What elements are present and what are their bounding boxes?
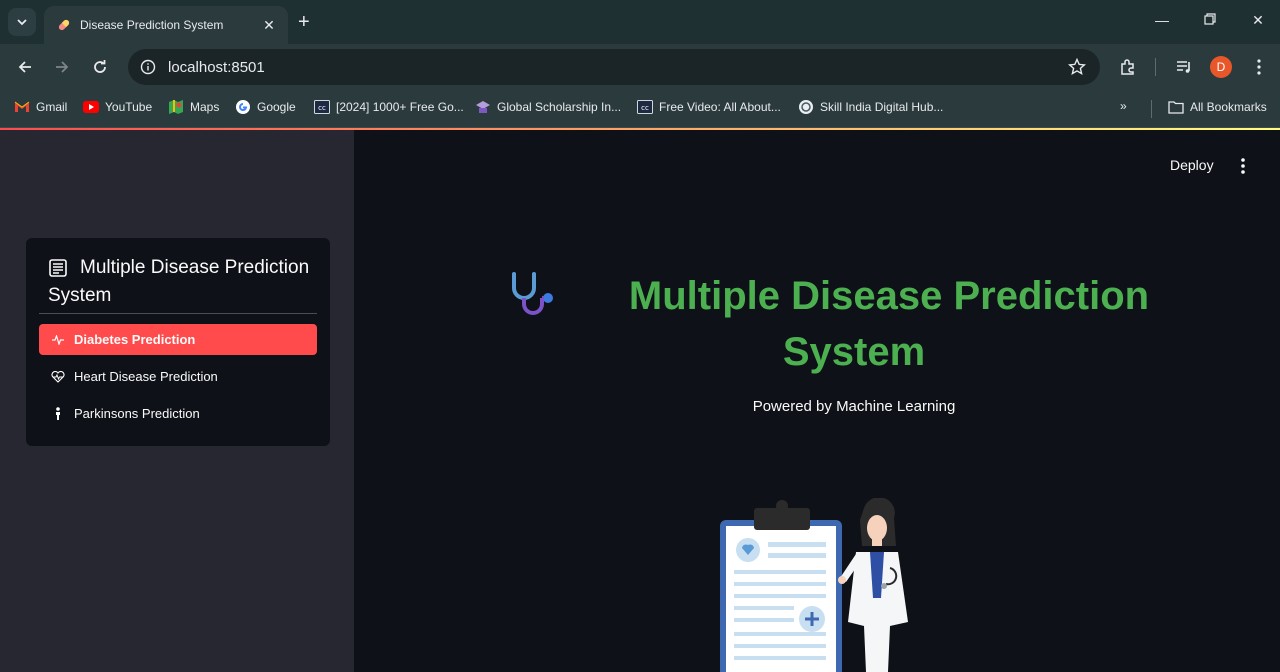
deploy-button[interactable]: Deploy (1170, 157, 1214, 173)
restore-icon[interactable] (1200, 12, 1220, 28)
url-text: localhost:8501 (168, 58, 265, 76)
bookmark-label: Gmail (36, 100, 68, 114)
bookmark-label: Skill India Digital Hub... (820, 100, 944, 114)
cc-icon: cc (637, 99, 653, 115)
page-title: Multiple Disease Prediction System (504, 268, 1204, 380)
stethoscope-icon (512, 272, 553, 315)
svg-text:cc: cc (641, 104, 649, 112)
profile-avatar[interactable]: D (1210, 56, 1232, 78)
main-content: Deploy Multiple Disease Prediction Syste… (354, 130, 1280, 672)
doctor-clipboard-illustration (720, 498, 908, 672)
tab-search-button[interactable] (8, 8, 36, 36)
person-icon (51, 407, 65, 420)
bookmark-label: [2024] 1000+ Free Go... (336, 100, 464, 114)
maps-icon (168, 99, 184, 115)
youtube-icon (83, 99, 99, 115)
menu-item-label: Heart Disease Prediction (74, 369, 218, 384)
bookmark-youtube[interactable]: YouTube (83, 99, 152, 115)
browser-tab[interactable]: Disease Prediction System ✕ (44, 6, 288, 44)
sidebar: Multiple Disease Prediction System Diabe… (0, 130, 354, 672)
clipboard-list-icon (49, 259, 67, 277)
menu-item-parkinsons-prediction[interactable]: Parkinsons Prediction (39, 398, 317, 429)
reload-icon[interactable] (90, 57, 110, 77)
skill-india-icon (798, 99, 814, 115)
heart-pulse-icon (51, 370, 65, 383)
option-menu: Multiple Disease Prediction System Diabe… (26, 238, 330, 446)
bookmark-maps[interactable]: Maps (168, 99, 219, 115)
bookmark-free-video[interactable]: cc Free Video: All About... (637, 99, 781, 115)
minimize-icon[interactable]: — (1152, 12, 1172, 28)
bookmark-label: Maps (190, 100, 220, 114)
bookmark-global-scholarship[interactable]: Global Scholarship In... (475, 99, 621, 115)
cc-icon: cc (314, 99, 330, 115)
menu-divider (39, 313, 317, 314)
media-control-icon[interactable] (1173, 56, 1195, 78)
menu-item-label: Parkinsons Prediction (74, 406, 200, 421)
browser-toolbar: localhost:8501 D (0, 44, 1280, 90)
bookmark-label: YouTube (105, 100, 153, 114)
menu-item-label: Diabetes Prediction (74, 332, 196, 347)
activity-icon (51, 334, 65, 345)
back-icon[interactable] (15, 57, 35, 77)
bookmark-star-icon[interactable] (1068, 58, 1086, 76)
chevron-down-icon (17, 19, 27, 26)
gmail-icon (14, 99, 30, 115)
bookmark-skill-india[interactable]: Skill India Digital Hub... (798, 99, 943, 115)
menu-title: Multiple Disease Prediction System (48, 254, 318, 310)
browser-menu-icon[interactable] (1248, 56, 1270, 78)
google-icon (235, 99, 251, 115)
tab-title: Disease Prediction System (80, 18, 224, 32)
app-menu-icon[interactable] (1238, 157, 1248, 175)
bookmarks-divider (1151, 100, 1152, 118)
address-bar[interactable]: localhost:8501 (128, 49, 1100, 85)
scholarship-icon (475, 99, 491, 115)
bookmarks-bar: Gmail YouTube Maps Google cc [2024] 1000… (0, 90, 1280, 128)
menu-item-heart-disease-prediction[interactable]: Heart Disease Prediction (39, 361, 317, 392)
extensions-icon[interactable] (1117, 56, 1139, 78)
bookmark-label: Global Scholarship In... (497, 100, 622, 114)
new-tab-button[interactable]: + (298, 12, 310, 32)
page-subtitle: Powered by Machine Learning (752, 398, 956, 415)
menu-item-diabetes-prediction[interactable]: Diabetes Prediction (39, 324, 317, 355)
site-info-icon[interactable] (140, 59, 156, 75)
page-title-text: Multiple Disease Prediction System (628, 274, 1150, 374)
more-bookmarks-chevron-icon[interactable]: » (1120, 99, 1127, 113)
menu-title-text: Multiple Disease Prediction System (48, 257, 310, 306)
bookmark-label: Free Video: All About... (659, 100, 781, 114)
toolbar-divider (1155, 58, 1156, 76)
close-tab-icon[interactable]: ✕ (260, 17, 278, 34)
bookmark-free-google-courses[interactable]: cc [2024] 1000+ Free Go... (314, 99, 464, 115)
browser-tab-strip: Disease Prediction System ✕ + — ✕ (0, 0, 1280, 44)
svg-text:cc: cc (318, 104, 326, 112)
bookmark-google[interactable]: Google (235, 99, 296, 115)
all-bookmarks-label: All Bookmarks (1190, 100, 1267, 114)
folder-icon (1168, 99, 1184, 115)
forward-icon[interactable] (52, 57, 72, 77)
bookmark-gmail[interactable]: Gmail (14, 99, 67, 115)
close-window-icon[interactable]: ✕ (1248, 12, 1268, 29)
pill-icon (58, 19, 70, 31)
bookmark-label: Google (257, 100, 296, 114)
all-bookmarks-button[interactable]: All Bookmarks (1168, 99, 1267, 115)
